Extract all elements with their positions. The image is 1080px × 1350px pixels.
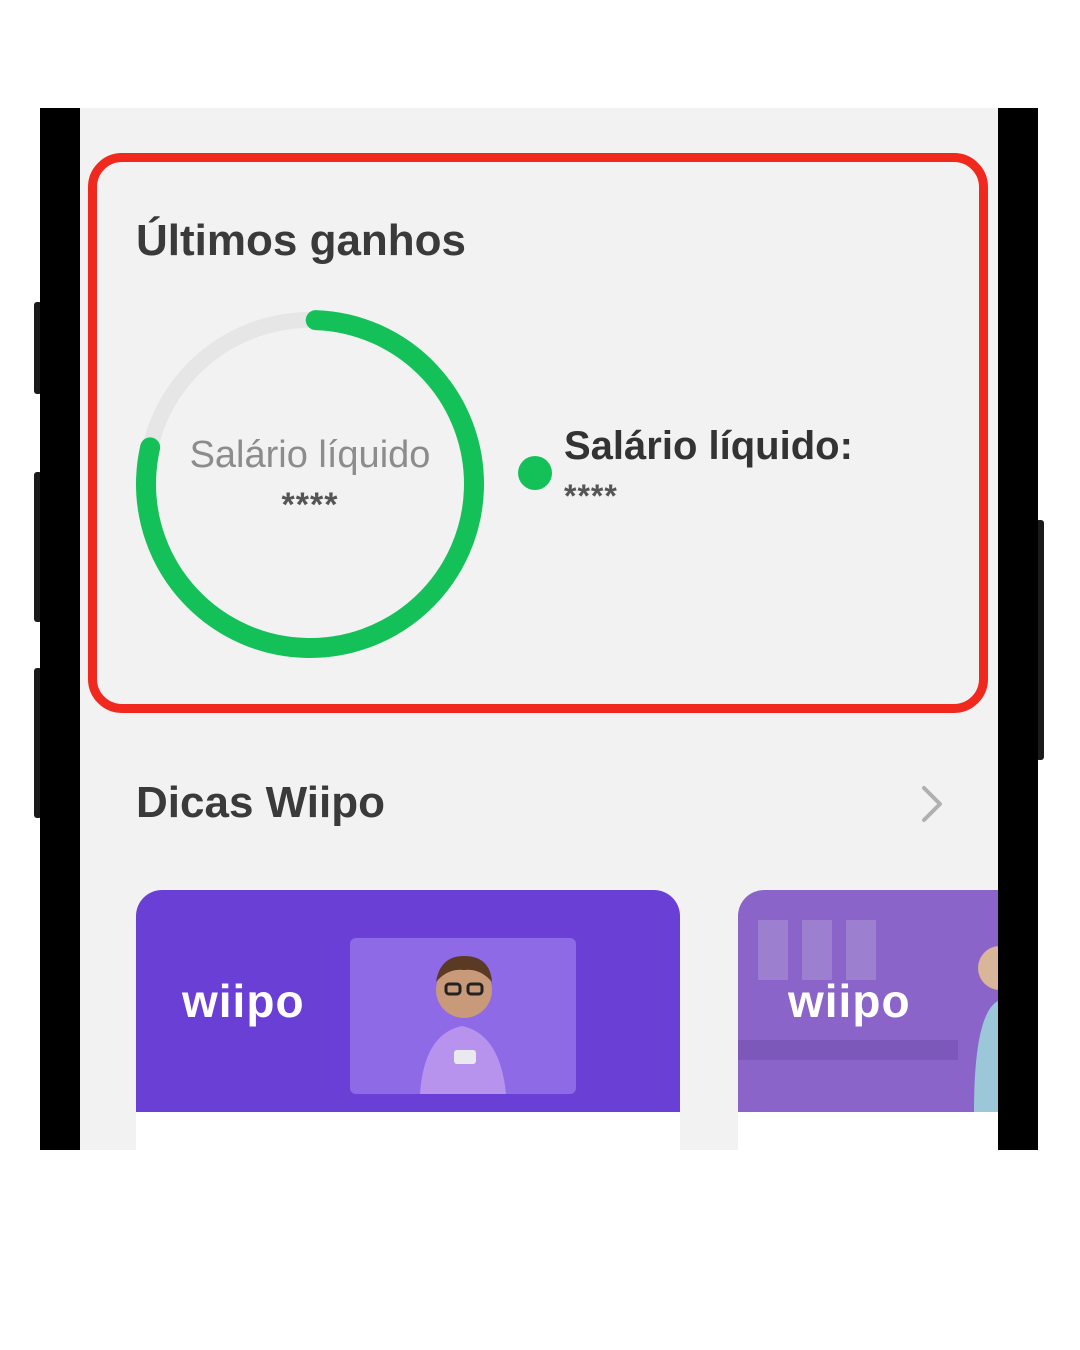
person-photo-icon <box>350 938 576 1094</box>
tip-card-banner: wiipo <box>738 890 998 1112</box>
tip-card[interactable]: wiipo <box>136 890 680 1150</box>
tips-title: Dicas Wiipo <box>136 778 385 827</box>
chevron-right-icon[interactable] <box>914 782 950 826</box>
brand-logo: wiipo <box>182 975 305 1027</box>
brand-logo: wiipo <box>788 975 911 1027</box>
tip-card[interactable]: wiipo <box>738 890 998 1150</box>
tip-card-banner: wiipo <box>136 890 680 1112</box>
stage: Últimos ganhos Salário líquido **** Salá… <box>0 0 1080 1350</box>
highlight-box <box>88 153 988 713</box>
